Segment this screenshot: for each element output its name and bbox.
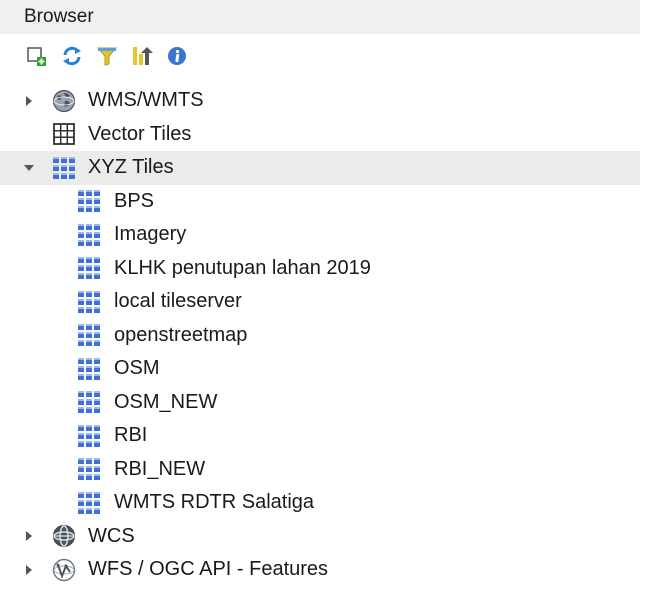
tree-item-wfs[interactable]: WFS / OGC API - Features — [0, 553, 640, 587]
tree-item-xyz-tiles[interactable]: XYZ Tiles — [0, 151, 640, 185]
info-icon — [168, 47, 186, 65]
xyz-tiles-icon — [77, 390, 101, 414]
add-layer-icon — [27, 47, 46, 66]
filter-icon — [96, 47, 118, 66]
tree-item-xyz-rbi-new[interactable]: RBI_NEW — [0, 453, 640, 487]
info-button[interactable] — [164, 43, 190, 69]
expand-arrow-icon[interactable] — [22, 94, 36, 108]
tree-item-xyz-wmts-rdtr-salatiga[interactable]: WMTS RDTR Salatiga — [0, 486, 640, 520]
filter-button[interactable] — [94, 43, 120, 69]
xyz-tiles-icon — [52, 156, 76, 180]
tree-item-label: openstreetmap — [114, 323, 248, 346]
tree-item-xyz-openstreetmap[interactable]: openstreetmap — [0, 319, 640, 353]
browser-panel: Browser WMS/WMTS Vector Tiles XYZ Tiles … — [0, 0, 648, 597]
tree-item-xyz-rbi[interactable]: RBI — [0, 419, 640, 453]
refresh-button[interactable] — [59, 43, 85, 69]
tree-item-label: WMTS RDTR Salatiga — [114, 491, 315, 514]
tree-item-label: WCS — [88, 524, 135, 547]
refresh-icon — [63, 46, 81, 66]
xyz-tiles-icon — [77, 223, 101, 247]
tree-item-label: XYZ Tiles — [88, 156, 174, 179]
tree-item-xyz-osm[interactable]: OSM — [0, 352, 640, 386]
browser-toolbar — [24, 42, 190, 70]
xyz-tiles-icon — [77, 323, 101, 347]
tree-item-xyz-osm-new[interactable]: OSM_NEW — [0, 386, 640, 420]
xyz-tiles-icon — [77, 290, 101, 314]
tree-item-label: RBI_NEW — [114, 457, 206, 480]
expand-arrow-icon[interactable] — [22, 529, 36, 543]
tree-item-label: BPS — [114, 189, 155, 212]
tree-item-label: WMS/WMTS — [88, 89, 204, 112]
tree-item-label: WFS / OGC API - Features — [88, 558, 329, 581]
wfs-icon — [52, 558, 76, 582]
expand-arrow-icon[interactable] — [22, 563, 36, 577]
tree-item-xyz-local-tileserver[interactable]: local tileserver — [0, 285, 640, 319]
browser-tree: WMS/WMTS Vector Tiles XYZ Tiles BPS Imag… — [0, 84, 640, 587]
tree-item-wms-wmts[interactable]: WMS/WMTS — [0, 84, 640, 118]
xyz-tiles-icon — [77, 256, 101, 280]
collapse-all-button[interactable] — [129, 43, 155, 69]
xyz-tiles-icon — [77, 491, 101, 515]
panel-title: Browser — [24, 6, 94, 27]
xyz-tiles-icon — [77, 189, 101, 213]
wms-globe-icon — [52, 89, 76, 113]
panel-title-bar: Browser — [0, 0, 640, 34]
tree-item-label: local tileserver — [114, 290, 242, 313]
tree-item-label: RBI — [114, 424, 148, 447]
collapse-all-icon — [133, 47, 153, 65]
tree-item-label: Vector Tiles — [88, 122, 192, 145]
tree-item-xyz-bps[interactable]: BPS — [0, 185, 640, 219]
xyz-tiles-icon — [77, 357, 101, 381]
wcs-globe-icon — [52, 524, 76, 548]
collapse-arrow-icon[interactable] — [22, 161, 36, 175]
tree-item-xyz-klhk[interactable]: KLHK penutupan lahan 2019 — [0, 252, 640, 286]
add-layer-button[interactable] — [24, 43, 50, 69]
tree-item-vector-tiles[interactable]: Vector Tiles — [0, 118, 640, 152]
tree-item-label: KLHK penutupan lahan 2019 — [114, 256, 371, 279]
tree-item-xyz-imagery[interactable]: Imagery — [0, 218, 640, 252]
xyz-tiles-icon — [77, 424, 101, 448]
tree-item-wcs[interactable]: WCS — [0, 520, 640, 554]
tree-item-label: OSM_NEW — [114, 390, 218, 413]
tree-item-label: OSM — [114, 357, 160, 380]
vector-tiles-grid-icon — [52, 122, 76, 146]
tree-item-label: Imagery — [114, 223, 187, 246]
xyz-tiles-icon — [77, 457, 101, 481]
